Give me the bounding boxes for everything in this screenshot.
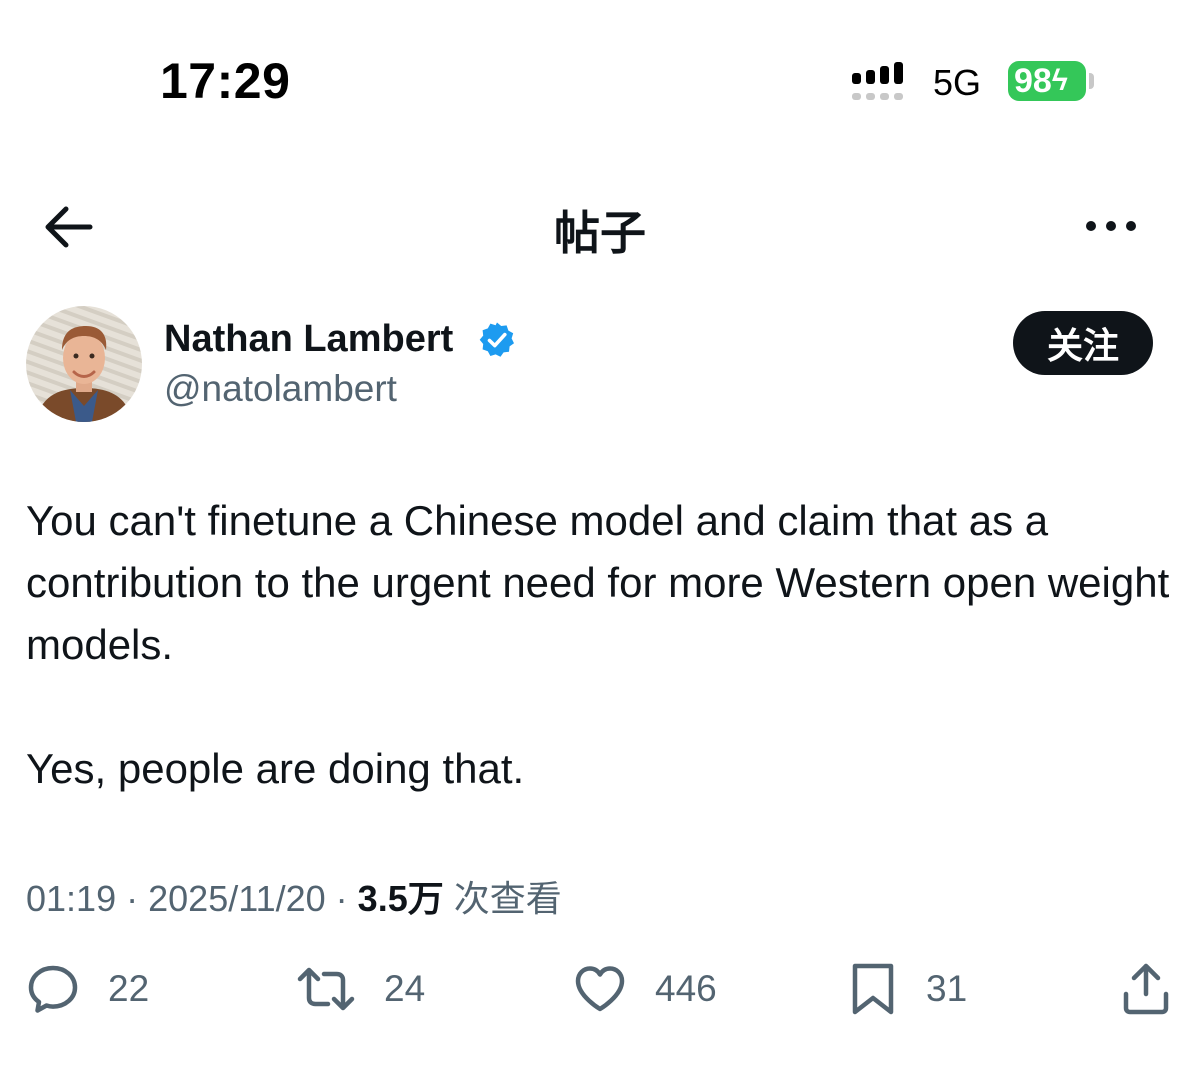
reply-count: 22 [108, 968, 150, 1009]
like-count: 446 [655, 968, 717, 1009]
battery-charging-icon: ϟ [1051, 64, 1068, 97]
battery-indicator: 98 ϟ [1008, 61, 1086, 101]
avatar[interactable] [26, 306, 142, 422]
retweet-button[interactable]: 24 [296, 958, 425, 1020]
follow-button[interactable]: 关注 [1013, 311, 1153, 375]
views-count[interactable]: 3.5万 [358, 878, 444, 919]
meta-separator: · [126, 878, 139, 919]
like-icon [575, 966, 625, 1012]
bookmark-button[interactable]: 31 [848, 958, 967, 1020]
like-button[interactable]: 446 [573, 958, 717, 1020]
reply-icon [28, 965, 78, 1013]
page-title: 帖子 [554, 207, 646, 259]
display-name[interactable]: Nathan Lambert [164, 318, 453, 361]
handle[interactable]: @natolambert [164, 368, 397, 410]
retweet-icon [297, 967, 355, 1011]
tweet-paragraph: Yes, people are doing that. [26, 745, 525, 792]
share-button[interactable] [1120, 958, 1172, 1020]
meta-separator: · [335, 878, 348, 919]
tweet-meta: 01:19 · 2025/11/20 · 3.5万 次查看 [26, 870, 562, 922]
reply-button[interactable]: 22 [26, 958, 149, 1020]
tweet-paragraph: You can't finetune a Chinese model and c… [26, 497, 1170, 668]
tweet-date[interactable]: 2025/11/20 [148, 878, 326, 919]
bookmark-count: 31 [926, 968, 968, 1009]
avatar-image [26, 306, 142, 422]
share-icon [1123, 963, 1169, 1015]
views-label: 次查看 [453, 878, 562, 919]
tweet-time[interactable]: 01:19 [26, 878, 116, 919]
bookmark-icon [852, 963, 894, 1015]
status-time: 17:29 [160, 53, 291, 109]
signal-icon [852, 62, 903, 100]
battery-cap [1089, 73, 1094, 89]
retweet-count: 24 [384, 968, 426, 1009]
network-type: 5G [933, 62, 982, 103]
verified-badge-icon[interactable] [478, 321, 516, 359]
tweet-text: You can't finetune a Chinese model and c… [26, 490, 1176, 800]
battery-level: 98 [1014, 61, 1052, 100]
more-icon[interactable] [1082, 208, 1140, 244]
